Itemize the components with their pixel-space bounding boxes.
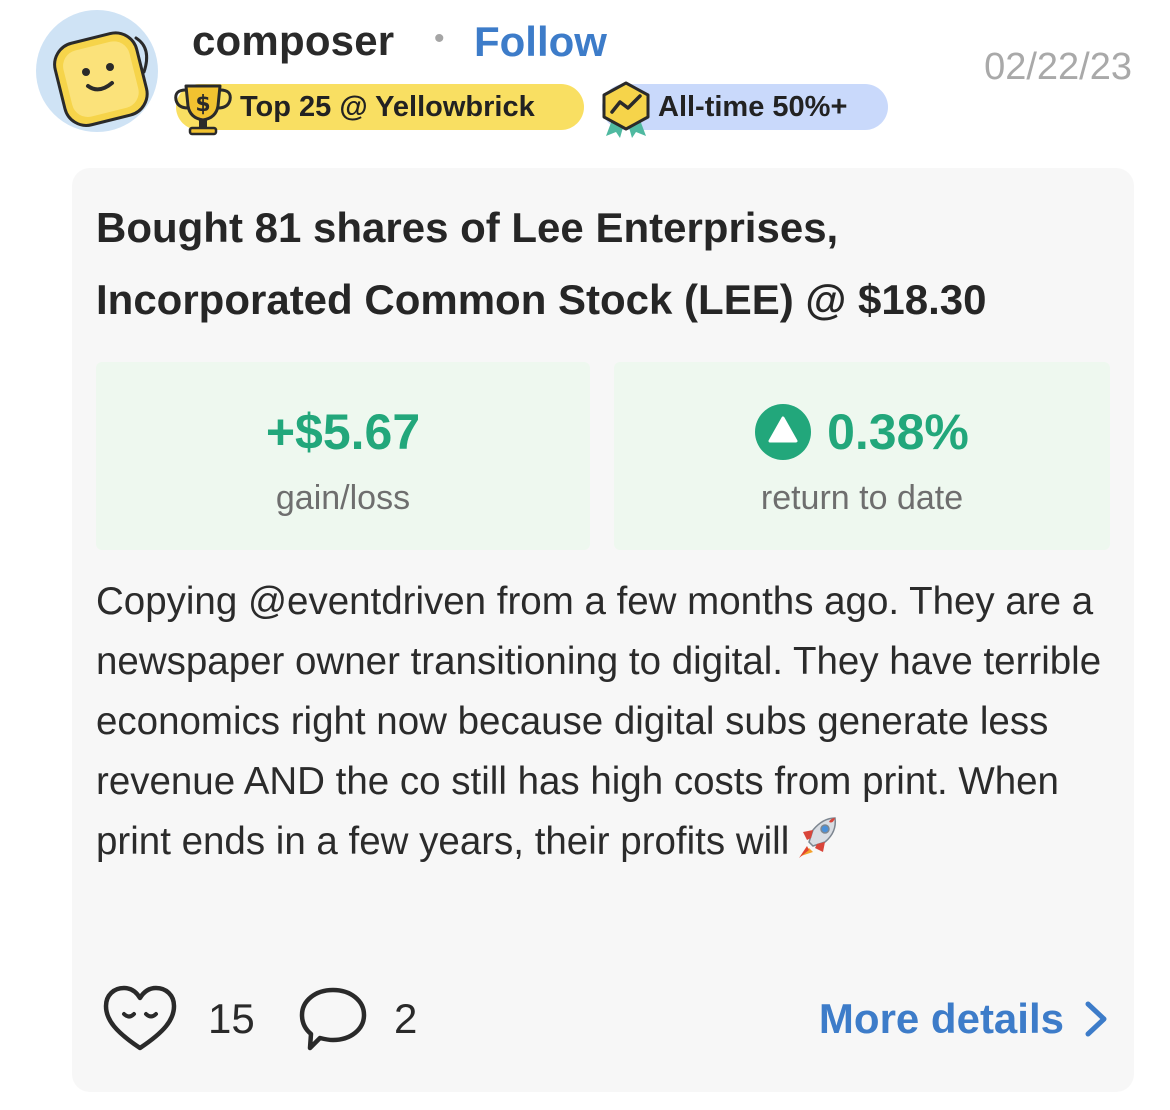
more-details-link[interactable]: More details (819, 992, 1108, 1046)
badge-top25[interactable]: $ Top 25 @ Yellowbrick (174, 84, 584, 136)
separator-dot: • (434, 22, 445, 55)
chevron-right-icon (1085, 1001, 1107, 1037)
return-stat: 0.38% return to date (614, 362, 1110, 550)
post-body-text: Copying @eventdriven from a few months a… (96, 580, 1102, 863)
gain-label: gain/loss (275, 479, 411, 517)
trade-headline: Bought 81 shares of Lee Enterprises, Inc… (96, 204, 987, 323)
gain-loss-stat: +$5.67 gain/loss (96, 362, 590, 550)
chart-ribbon-icon (602, 81, 650, 138)
return-value-row: 0.38% (614, 402, 1110, 462)
post-body: Copying @eventdriven from a few months a… (96, 572, 1126, 872)
follow-button[interactable]: Follow (474, 17, 607, 67)
trophy-dollar-icon: $ (174, 84, 232, 136)
badge-top25-label: Top 25 @ Yellowbrick (240, 90, 535, 123)
gain-value: +$5.67 (265, 404, 421, 460)
smiley-square-icon (53, 31, 149, 127)
return-value: 0.38% (827, 404, 969, 460)
post-footer: 15 2 More details (102, 984, 1112, 1054)
return-label: return to date (760, 479, 964, 517)
more-details-label: More details (818, 995, 1064, 1042)
comment-icon[interactable] (296, 984, 370, 1054)
rocket-icon (799, 817, 837, 858)
heart-icon[interactable] (102, 984, 178, 1054)
comment-count: 2 (394, 995, 418, 1042)
username[interactable]: composer (192, 16, 394, 66)
post-date: 02/22/23 (984, 46, 1132, 88)
triangle-up-icon (755, 404, 812, 460)
avatar[interactable] (36, 10, 158, 132)
trade-card[interactable]: Bought 81 shares of Lee Enterprises, Inc… (72, 168, 1134, 1092)
badge-alltime[interactable]: All-time 50%+ (602, 81, 888, 138)
svg-text:$: $ (195, 92, 210, 117)
like-count: 15 (208, 995, 255, 1042)
badge-alltime-label: All-time 50%+ (658, 90, 848, 123)
